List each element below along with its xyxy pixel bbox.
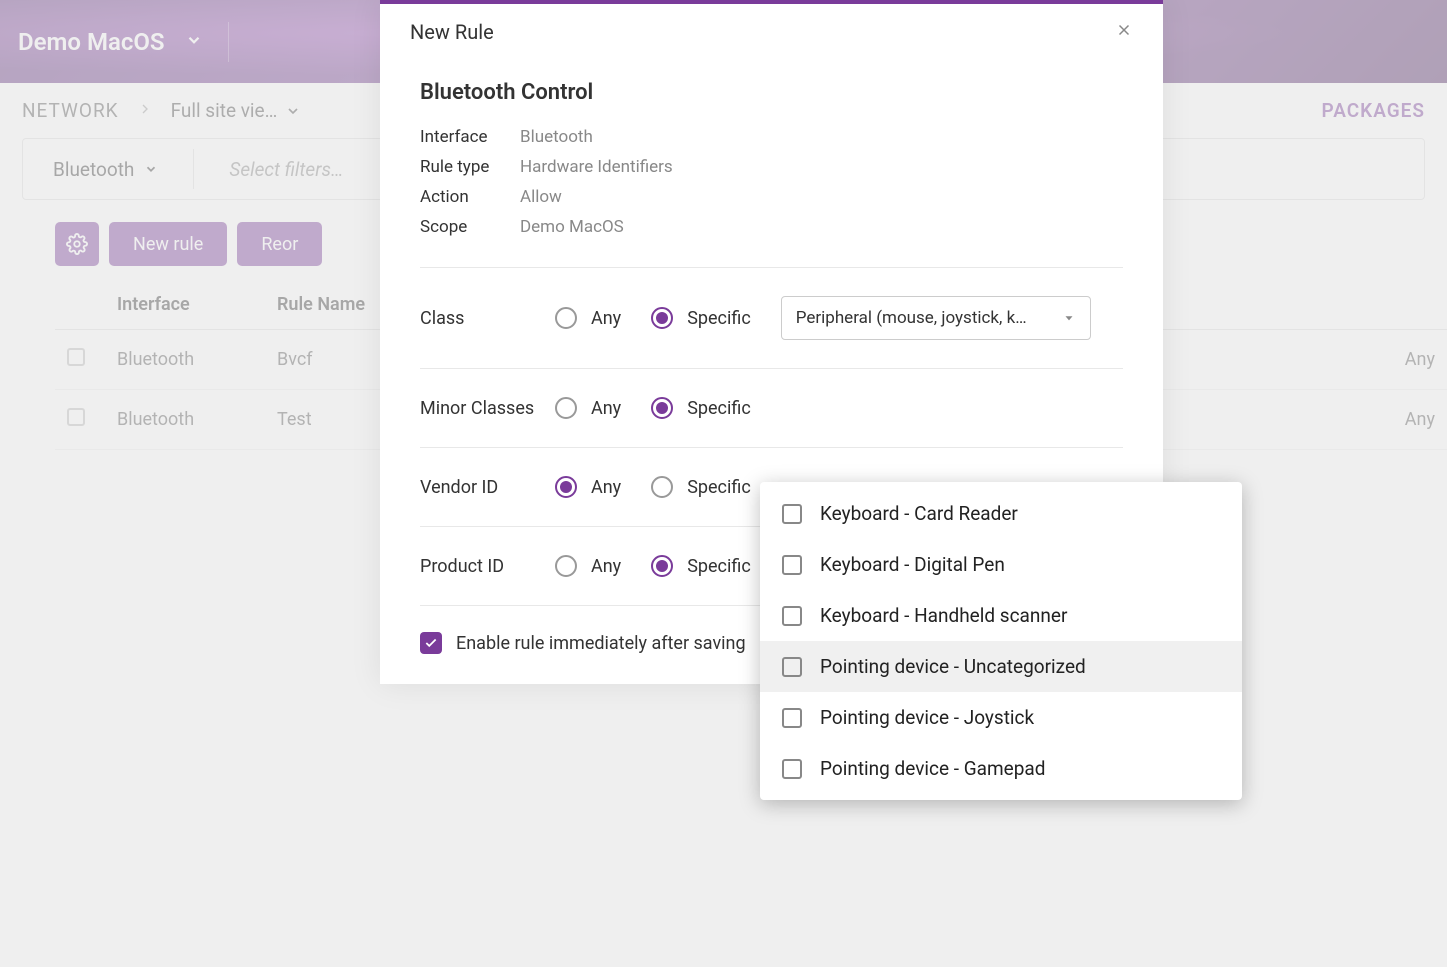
- radio-label: Any: [591, 556, 621, 577]
- meta-label: Scope: [420, 217, 500, 237]
- class-select[interactable]: Peripheral (mouse, joystick, k…: [781, 296, 1091, 340]
- dropdown-item[interactable]: Pointing device - Joystick: [760, 692, 1242, 743]
- radio-product-any[interactable]: [555, 555, 577, 577]
- option-checkbox[interactable]: [782, 606, 802, 626]
- radio-product-specific[interactable]: [651, 555, 673, 577]
- meta-value: Demo MacOS: [520, 217, 624, 237]
- radio-label: Any: [591, 477, 621, 498]
- field-label: Class: [420, 308, 555, 329]
- meta-label: Interface: [420, 127, 500, 147]
- meta-value: Hardware Identifiers: [520, 157, 673, 177]
- radio-class-any[interactable]: [555, 307, 577, 329]
- dropdown-item[interactable]: Keyboard - Card Reader: [760, 488, 1242, 539]
- select-value: Peripheral (mouse, joystick, k…: [796, 308, 1027, 328]
- option-checkbox[interactable]: [782, 657, 802, 677]
- radio-minor-any[interactable]: [555, 397, 577, 419]
- radio-label: Specific: [687, 398, 751, 419]
- radio-vendor-specific[interactable]: [651, 476, 673, 498]
- radio-label: Any: [591, 398, 621, 419]
- meta-value: Allow: [520, 187, 562, 207]
- option-checkbox[interactable]: [782, 555, 802, 575]
- modal-title: New Rule: [410, 20, 494, 44]
- minor-classes-dropdown[interactable]: Keyboard - Card Reader Keyboard - Digita…: [760, 482, 1242, 800]
- row-minor-classes: Minor Classes Any Specific: [420, 369, 1123, 448]
- field-label: Vendor ID: [420, 477, 555, 498]
- dropdown-item[interactable]: Pointing device - Uncategorized: [760, 641, 1242, 692]
- chevron-down-icon: [1062, 311, 1076, 325]
- option-checkbox[interactable]: [782, 504, 802, 524]
- radio-minor-specific[interactable]: [651, 397, 673, 419]
- field-label: Minor Classes: [420, 398, 555, 419]
- dropdown-item[interactable]: Pointing device - Gamepad: [760, 743, 1242, 794]
- row-class: Class Any Specific Peripheral (mouse, jo…: [420, 268, 1123, 369]
- option-label: Keyboard - Card Reader: [820, 502, 1018, 525]
- section-title: Bluetooth Control: [420, 80, 1123, 105]
- field-label: Product ID: [420, 556, 555, 577]
- option-label: Pointing device - Gamepad: [820, 757, 1045, 780]
- close-icon[interactable]: [1115, 20, 1133, 44]
- option-checkbox[interactable]: [782, 708, 802, 728]
- radio-class-specific[interactable]: [651, 307, 673, 329]
- meta-value: Bluetooth: [520, 127, 593, 147]
- option-label: Pointing device - Uncategorized: [820, 655, 1086, 678]
- radio-label: Specific: [687, 556, 751, 577]
- meta-label: Action: [420, 187, 500, 207]
- option-label: Keyboard - Digital Pen: [820, 553, 1005, 576]
- enable-checkbox[interactable]: [420, 632, 442, 654]
- radio-vendor-any[interactable]: [555, 476, 577, 498]
- radio-label: Specific: [687, 308, 751, 329]
- option-label: Keyboard - Handheld scanner: [820, 604, 1067, 627]
- meta-label: Rule type: [420, 157, 500, 177]
- dropdown-item[interactable]: Keyboard - Digital Pen: [760, 539, 1242, 590]
- option-checkbox[interactable]: [782, 759, 802, 779]
- radio-label: Any: [591, 308, 621, 329]
- enable-label: Enable rule immediately after saving: [456, 633, 746, 654]
- radio-label: Specific: [687, 477, 751, 498]
- option-label: Pointing device - Joystick: [820, 706, 1034, 729]
- dropdown-item[interactable]: Keyboard - Handheld scanner: [760, 590, 1242, 641]
